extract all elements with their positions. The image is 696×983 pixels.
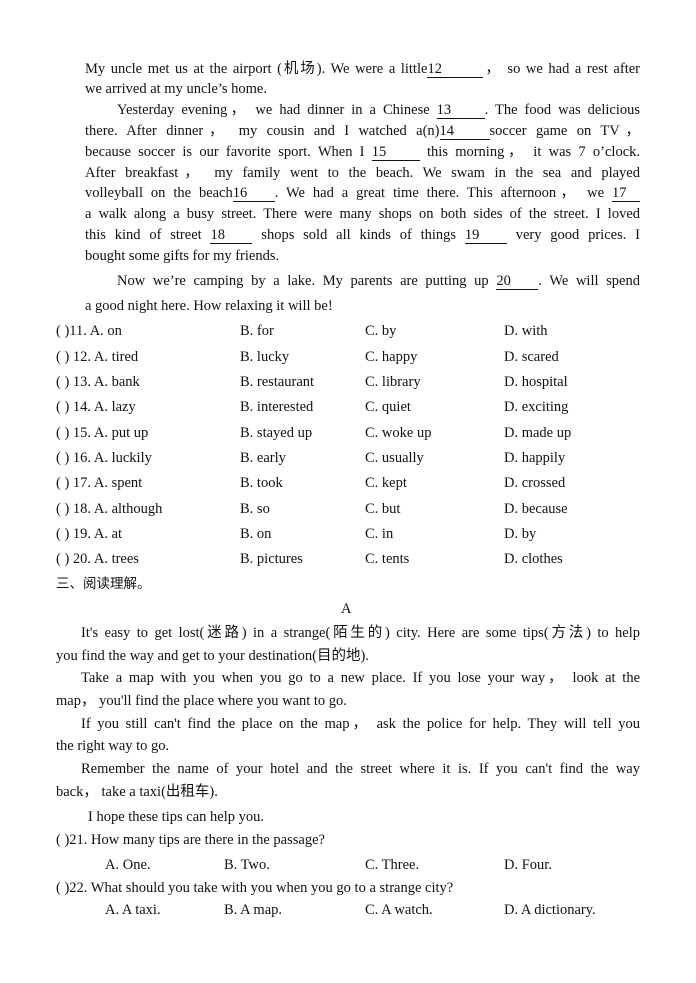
- text: very good prices. I: [506, 227, 640, 243]
- question-stem: ( )22. What should you take with you whe…: [56, 880, 454, 896]
- option-d: D. with: [504, 323, 548, 339]
- question-number-option-a: ( ) 15. A. put up: [56, 425, 149, 441]
- text: ， so we had a rest after: [483, 61, 640, 77]
- option-d: D. hospital: [504, 374, 568, 390]
- option-b: B. on: [240, 526, 272, 542]
- option-c: C. in: [365, 526, 394, 542]
- text: there. After dinner， my cousin and I wat…: [85, 123, 440, 139]
- question-number-option-a: ( )11. A. on: [56, 323, 122, 339]
- option-a: A. One.: [105, 857, 151, 873]
- passage-line: a walk along a busy street. There were m…: [85, 206, 640, 222]
- option-d: D. happily: [504, 450, 566, 466]
- option-b: B. stayed up: [240, 425, 313, 441]
- option-b: B. early: [240, 450, 286, 466]
- question-number-option-a: ( ) 19. A. at: [56, 526, 123, 542]
- passage-line: you find the way and get to your destina…: [56, 648, 369, 664]
- passage-line: volleyball on the beach16. We had a grea…: [85, 184, 640, 202]
- passage-line: there. After dinner， my cousin and I wat…: [85, 122, 640, 140]
- option-c: C. quiet: [365, 399, 411, 415]
- passage-line: Take a map with you when you go to a new…: [81, 670, 640, 686]
- option-c: C. library: [365, 374, 421, 390]
- passage-line: back， take a taxi(出租车).: [56, 784, 218, 800]
- passage-line: this kind of street 18 shops sold all ki…: [85, 226, 640, 244]
- passage-line: Remember the name of your hotel and the …: [81, 761, 640, 777]
- question-stem: ( )21. How many tips are there in the pa…: [56, 832, 325, 848]
- option-d: D. made up: [504, 425, 572, 441]
- blank-16: 16: [232, 186, 275, 202]
- option-b: B. took: [240, 475, 283, 491]
- blank-14: 14: [439, 124, 490, 140]
- option-b: B. pictures: [240, 551, 303, 567]
- option-c: C. but: [365, 501, 401, 517]
- passage-line: we arrived at my uncle’s home.: [85, 81, 267, 97]
- question-number-option-a: ( ) 16. A. luckily: [56, 450, 152, 466]
- option-c: C. tents: [365, 551, 410, 567]
- blank-13: 13: [436, 103, 485, 119]
- question-number-option-a: ( ) 18. A. although: [56, 501, 163, 517]
- passage-line: If you still can't find the place on the…: [81, 716, 640, 732]
- passage-line: Now we’re camping by a lake. My parents …: [117, 272, 640, 290]
- option-c: C. A watch.: [365, 902, 433, 918]
- option-b: B. A map.: [224, 902, 283, 918]
- blank-15: 15: [371, 145, 420, 161]
- question-number-option-a: ( ) 17. A. spent: [56, 475, 143, 491]
- option-a: A. A taxi.: [105, 902, 161, 918]
- text: shops sold all kinds of things: [252, 227, 465, 243]
- option-c: C. woke up: [365, 425, 432, 441]
- text: . We will spend: [538, 273, 640, 289]
- passage-line: My uncle met us at the airport (机场). We …: [85, 60, 640, 78]
- text: Yesterday evening， we had dinner in a Ch…: [117, 102, 437, 118]
- text: Now we’re camping by a lake. My parents …: [117, 273, 497, 289]
- text: because soccer is our favorite sport. Wh…: [85, 144, 372, 160]
- question-number-option-a: ( ) 13. A. bank: [56, 374, 140, 390]
- option-b: B. lucky: [240, 349, 290, 365]
- option-c: C. usually: [365, 450, 424, 466]
- option-d: D. A dictionary.: [504, 902, 596, 918]
- passage-title: A: [341, 601, 352, 617]
- option-b: B. restaurant: [240, 374, 315, 390]
- blank-17: 17: [612, 186, 640, 202]
- option-d: D. Four.: [504, 857, 552, 873]
- option-c: C. by: [365, 323, 397, 339]
- option-b: B. so: [240, 501, 270, 517]
- question-number-option-a: ( ) 12. A. tired: [56, 349, 139, 365]
- passage-line: It's easy to get lost(迷路) in a strange(陌…: [81, 625, 640, 641]
- text: this morning， it was 7 o’clock.: [419, 144, 640, 160]
- text: soccer game on TV，: [489, 123, 640, 139]
- passage-line: because soccer is our favorite sport. Wh…: [85, 143, 640, 161]
- option-d: D. by: [504, 526, 537, 542]
- blank-12: 12: [427, 62, 484, 78]
- option-d: D. because: [504, 501, 568, 517]
- text: volleyball on the beach: [85, 185, 233, 201]
- passage-line: Yesterday evening， we had dinner in a Ch…: [117, 101, 640, 119]
- option-c: C. Three.: [365, 857, 420, 873]
- passage-line: I hope these tips can help you.: [88, 809, 264, 825]
- option-d: D. exciting: [504, 399, 569, 415]
- option-c: C. kept: [365, 475, 407, 491]
- option-d: D. crossed: [504, 475, 566, 491]
- section-heading: 三、阅读理解。: [56, 576, 151, 592]
- passage-line: After breakfast， my family went to the b…: [85, 165, 640, 181]
- passage-line: a good night here. How relaxing it will …: [85, 298, 333, 314]
- option-d: D. clothes: [504, 551, 563, 567]
- option-c: C. happy: [365, 349, 418, 365]
- passage-line: map， you'll find the place where you wan…: [56, 693, 347, 709]
- option-d: D. scared: [504, 349, 559, 365]
- blank-19: 19: [464, 228, 507, 244]
- question-number-option-a: ( ) 14. A. lazy: [56, 399, 136, 415]
- blank-18: 18: [210, 228, 253, 244]
- passage-line: the right way to go.: [56, 738, 170, 754]
- option-b: B. Two.: [224, 857, 270, 873]
- blank-20: 20: [496, 274, 539, 290]
- text: this kind of street: [85, 227, 211, 243]
- option-b: B. interested: [240, 399, 314, 415]
- question-number-option-a: ( ) 20. A. trees: [56, 551, 139, 567]
- text: My uncle met us at the airport (机场). We …: [85, 61, 428, 77]
- passage-line: bought some gifts for my friends.: [85, 248, 280, 264]
- text: . We had a great time there. This aftern…: [274, 185, 612, 201]
- text: . The food was delicious: [484, 102, 641, 118]
- option-b: B. for: [240, 323, 274, 339]
